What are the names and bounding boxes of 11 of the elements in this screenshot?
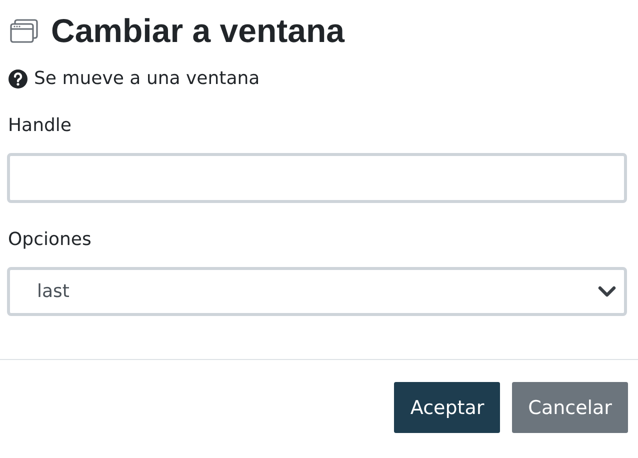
- chevron-down-icon: [598, 286, 616, 298]
- help-icon: [8, 68, 28, 88]
- select-field[interactable]: last: [7, 267, 627, 316]
- input-field[interactable]: [7, 153, 627, 203]
- dialog-title: Cambiar a ventana: [51, 12, 344, 50]
- field-label: Opciones: [7, 228, 92, 251]
- accept-button[interactable]: Aceptar: [394, 382, 500, 433]
- cancel-button[interactable]: Cancelar: [512, 382, 628, 433]
- dialog-description: Se mueve a una ventana: [34, 68, 260, 89]
- windows-icon: [9, 18, 39, 44]
- field-label: Handle: [7, 114, 72, 137]
